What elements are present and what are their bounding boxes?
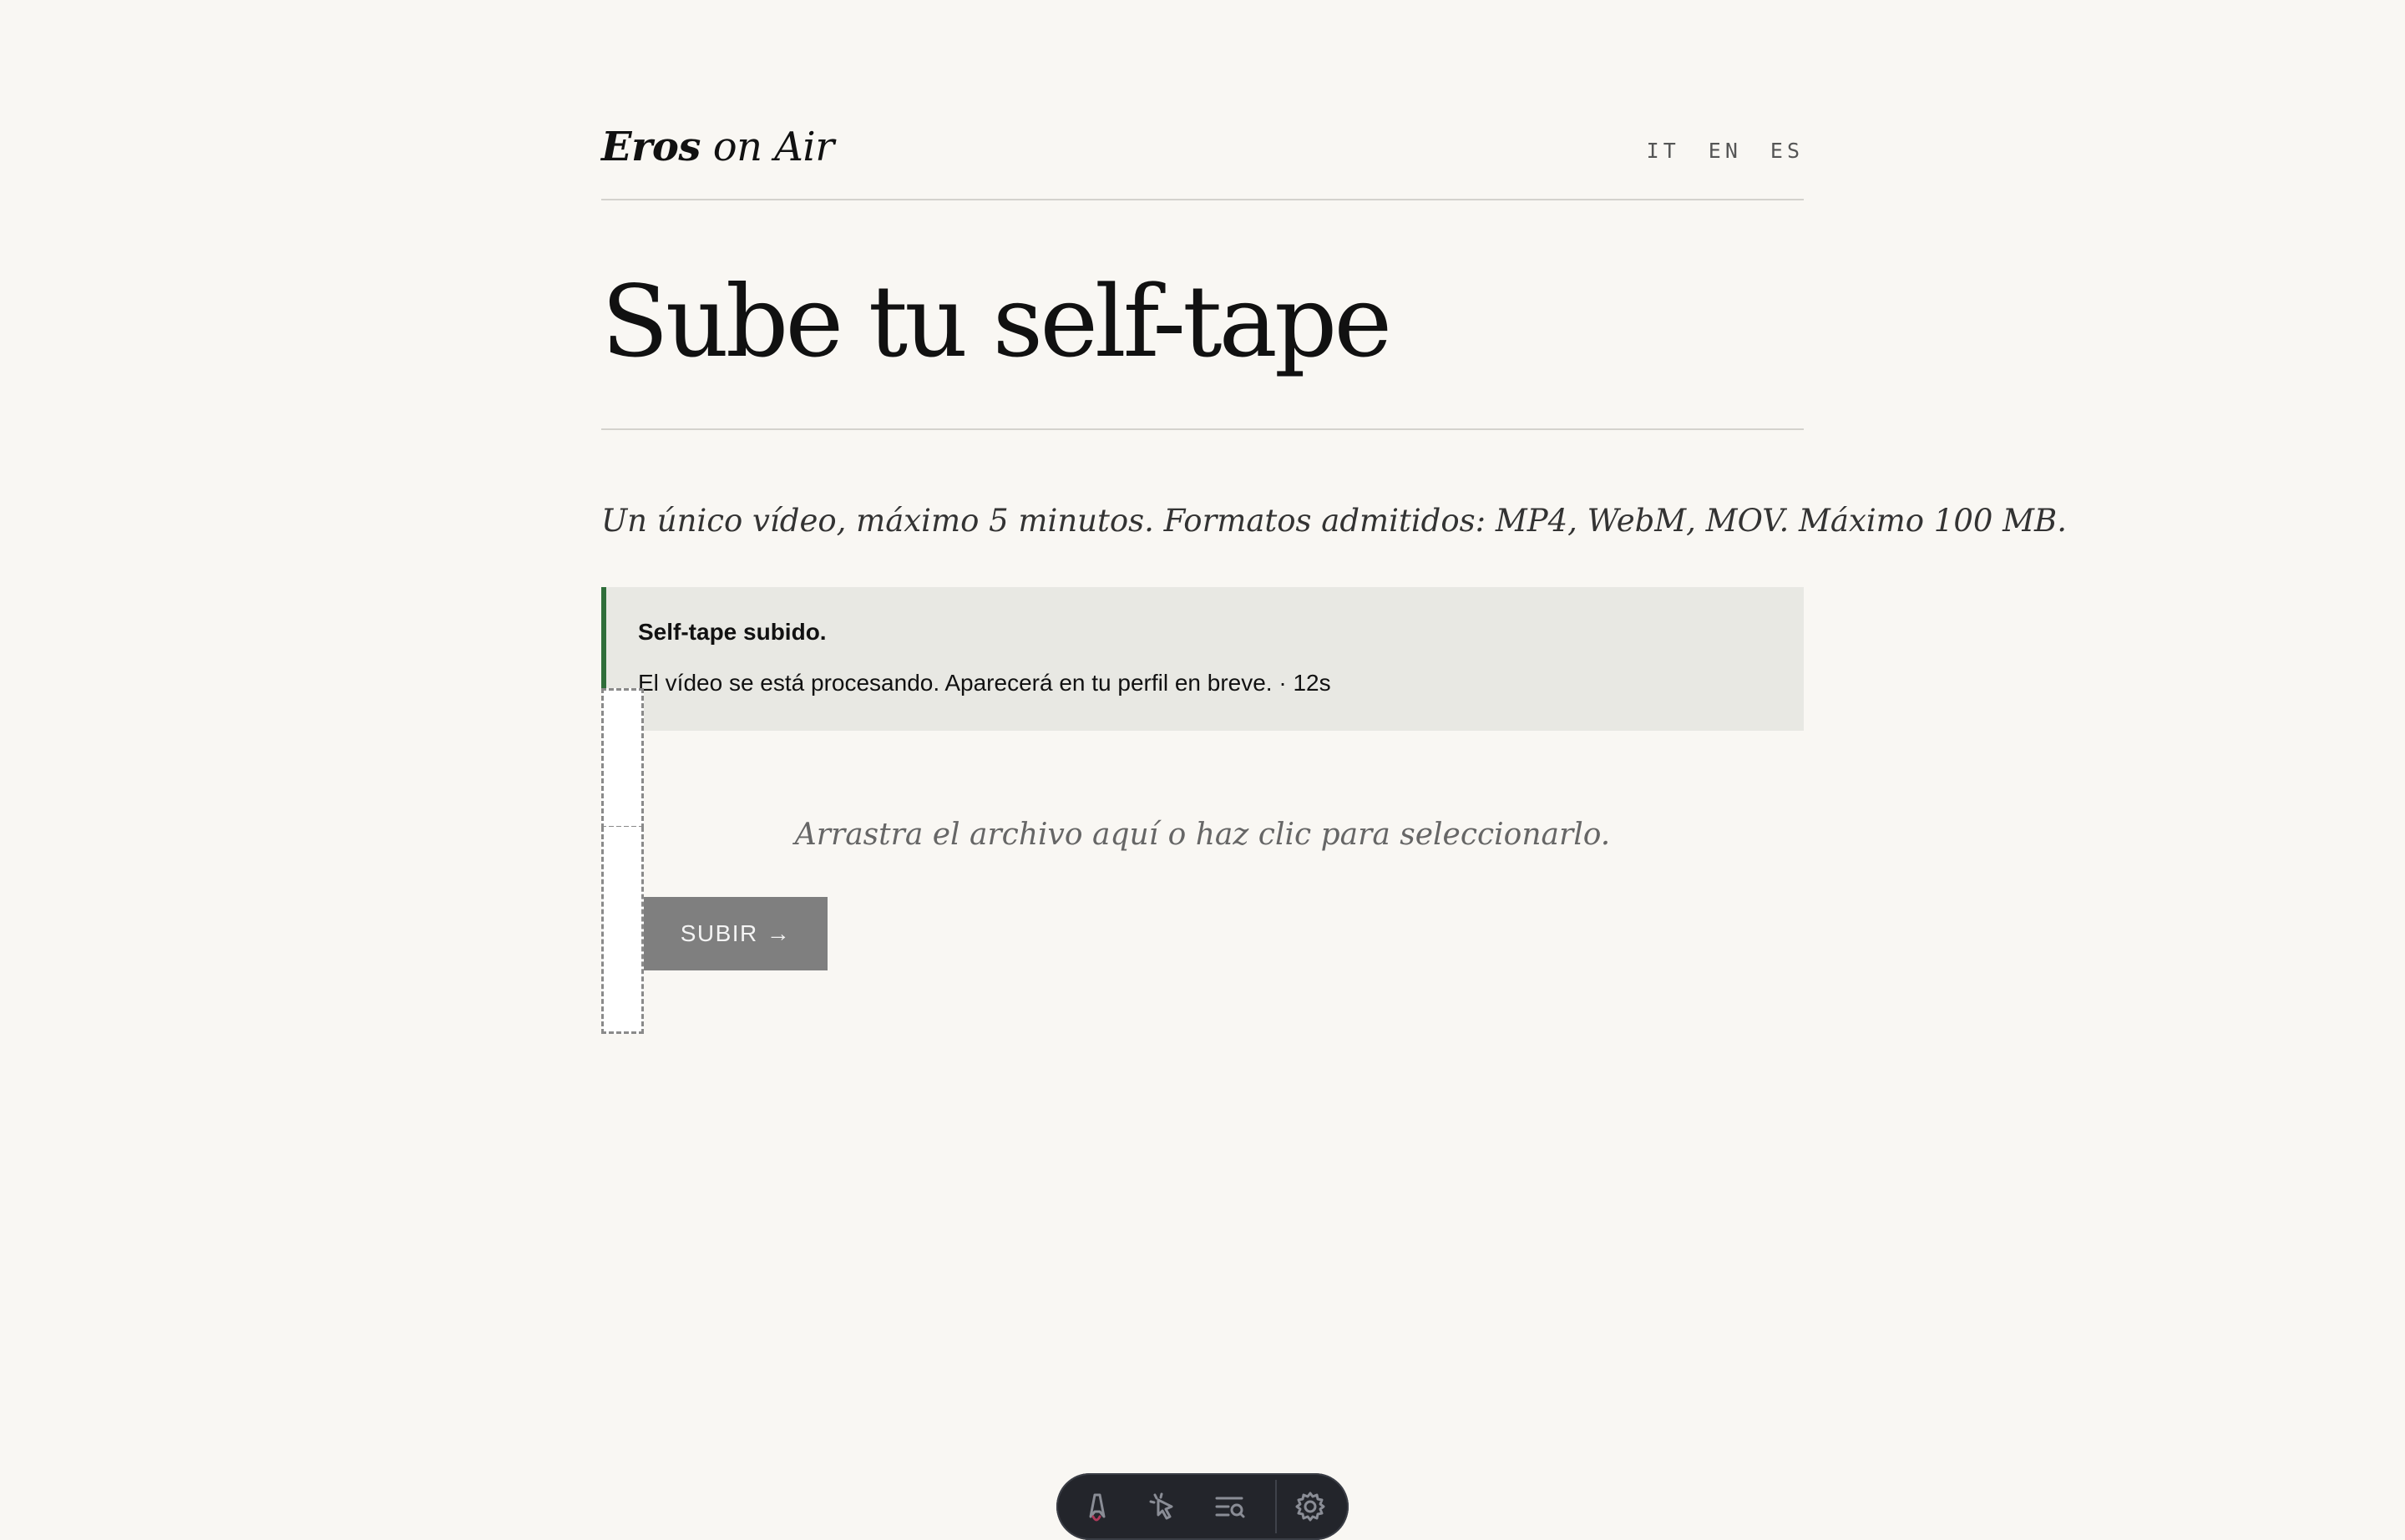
arrow-right-icon: → xyxy=(766,920,792,946)
audit-list-icon[interactable] xyxy=(1210,1487,1250,1527)
dropzone-area[interactable] xyxy=(601,688,644,828)
title-divider xyxy=(601,428,1804,430)
notice-body: El vídeo se está procesando. Aparecerá e… xyxy=(638,670,1331,696)
dropzone-text[interactable]: Arrastra el archivo aquí o haz clic para… xyxy=(601,808,1804,862)
language-switcher: IT EN ES xyxy=(1647,139,1804,163)
upload-instructions: Un único vídeo, máximo 5 minutos. Format… xyxy=(601,503,2068,539)
dropzone-area-lower[interactable] xyxy=(601,827,644,1034)
page-title: Sube tu self-tape xyxy=(601,264,1392,379)
cursor-inspect-icon[interactable] xyxy=(1143,1487,1183,1527)
success-notice: Self-tape subido. El vídeo se está proce… xyxy=(601,587,1804,731)
toolbar-separator xyxy=(1275,1480,1277,1533)
settings-gear-icon[interactable] xyxy=(1290,1487,1330,1527)
dev-toolbar xyxy=(1056,1473,1349,1540)
notice-heading: Self-tape subido. xyxy=(638,619,827,645)
brand-name-bold: Eros xyxy=(601,124,701,170)
submit-label: SUBIR xyxy=(680,920,758,946)
site-header: Eros on Air IT EN ES xyxy=(601,122,1804,200)
lang-it[interactable]: IT xyxy=(1647,139,1680,163)
astro-logo-icon[interactable] xyxy=(1076,1487,1116,1527)
lang-es[interactable]: ES xyxy=(1770,139,1804,163)
upload-submit-button[interactable]: SUBIR → xyxy=(644,897,828,970)
brand-logo[interactable]: Eros on Air xyxy=(601,122,834,172)
brand-name-rest: on Air xyxy=(712,124,835,170)
lang-en[interactable]: EN xyxy=(1709,139,1742,163)
